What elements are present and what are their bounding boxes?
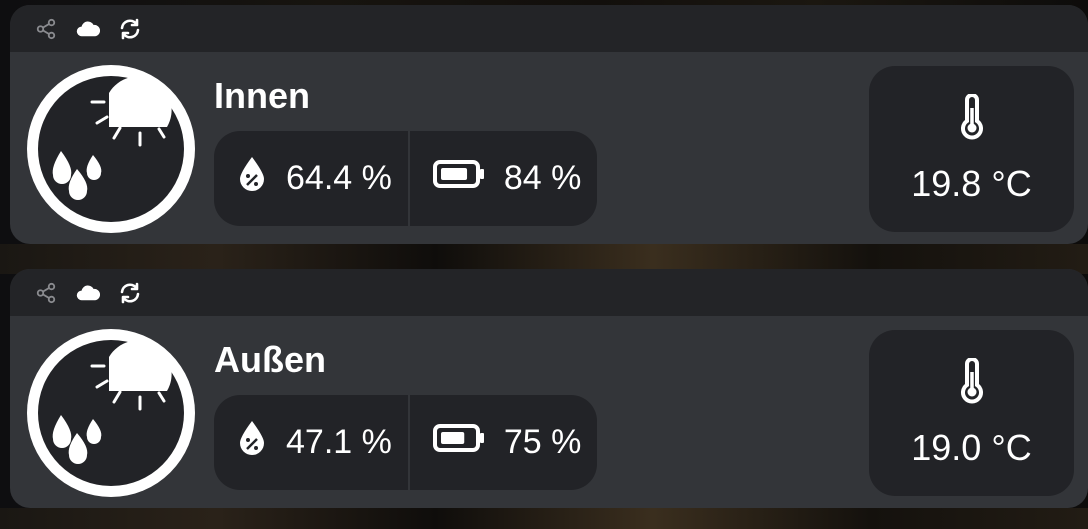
card-toolbar (10, 5, 1088, 52)
battery-value: 75 % (503, 423, 582, 461)
sensor-name: Außen (214, 339, 326, 380)
sensor-card-aussen[interactable]: Außen 47.1 % 75 % 19.0 °C (10, 269, 1088, 508)
sensor-stats: 64.4 % 84 % (214, 131, 598, 226)
battery-stat[interactable]: 75 % (410, 395, 598, 490)
battery-icon (432, 423, 486, 462)
humidity-drop-icon (236, 155, 268, 202)
humidity-stat[interactable]: 47.1 % (214, 395, 408, 490)
temperature-value: 19.8 °C (911, 162, 1032, 204)
humidity-stat[interactable]: 64.4 % (214, 131, 408, 226)
thermometer-icon (958, 356, 986, 413)
battery-stat[interactable]: 84 % (410, 131, 598, 226)
share-icon[interactable] (34, 281, 58, 305)
background-photo-bottom (0, 508, 1088, 529)
sensor-card-innen[interactable]: Innen 64.4 % 84 % 19.8 °C (10, 5, 1088, 244)
humidity-drop-icon (236, 419, 268, 466)
temperature-tile[interactable]: 19.8 °C (869, 66, 1074, 232)
cloud-icon[interactable] (76, 17, 100, 41)
share-icon[interactable] (34, 17, 58, 41)
battery-value: 84 % (503, 159, 582, 197)
temperature-value: 19.0 °C (911, 426, 1032, 468)
thermometer-icon (958, 92, 986, 149)
battery-icon (432, 159, 486, 198)
temperature-tile[interactable]: 19.0 °C (869, 330, 1074, 496)
weather-partly-rainy-icon (27, 65, 195, 233)
card-toolbar (10, 269, 1088, 316)
refresh-icon[interactable] (118, 17, 142, 41)
refresh-icon[interactable] (118, 281, 142, 305)
sensor-name: Innen (214, 75, 310, 116)
humidity-value: 47.1 % (286, 423, 392, 461)
humidity-value: 64.4 % (286, 159, 392, 197)
cloud-icon[interactable] (76, 281, 100, 305)
sensor-stats: 47.1 % 75 % (214, 395, 598, 490)
weather-partly-rainy-icon (27, 329, 195, 497)
